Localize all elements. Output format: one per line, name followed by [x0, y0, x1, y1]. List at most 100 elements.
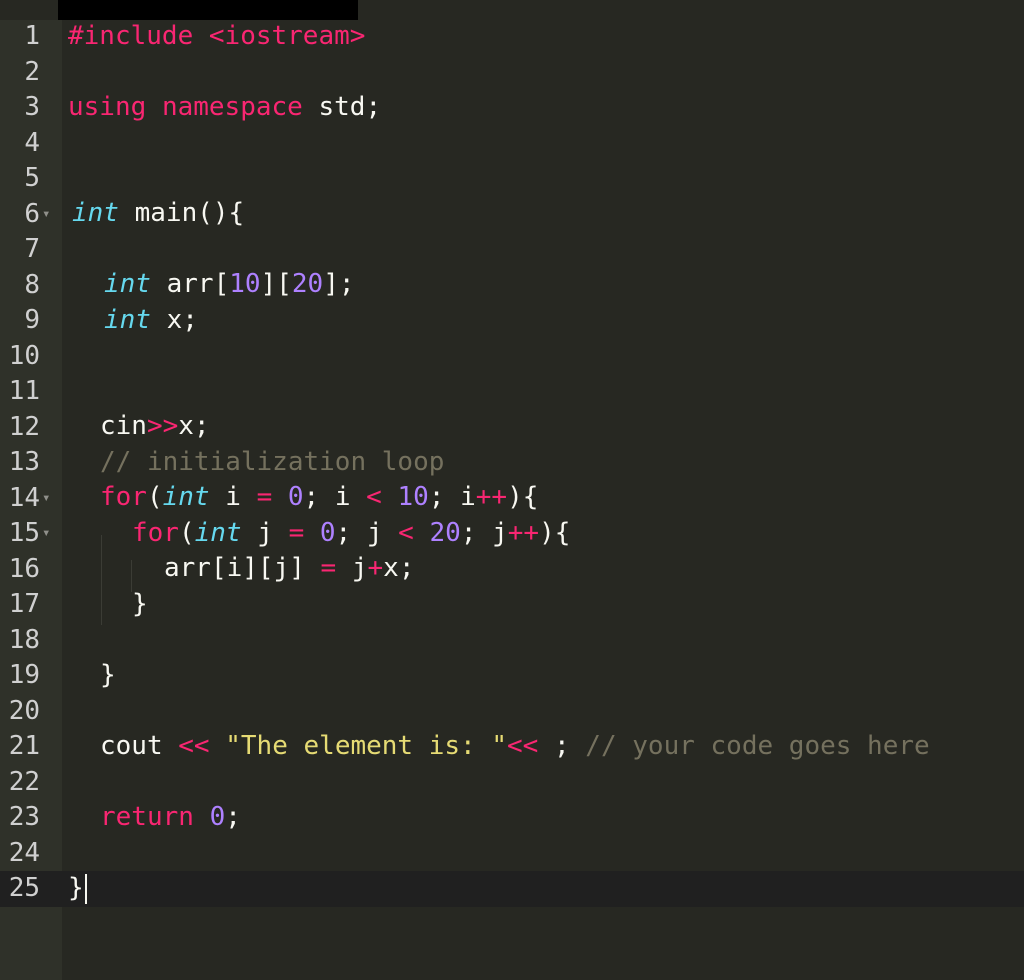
line-number: 24	[8, 837, 40, 868]
code-line-9: int x;	[104, 303, 198, 339]
operator: =	[320, 553, 337, 583]
punct: ){	[507, 482, 539, 512]
code-editor[interactable]: 1 2 3 4 5 6 ▾ 7 8 9 10 11 12 13 14 ▾ 15 ▾ 16 17 18 19 20 21 22 23…	[0, 0, 1024, 980]
code-line-23: return 0;	[100, 800, 241, 836]
comment: // initialization loop	[100, 447, 445, 477]
line-number: 5	[24, 163, 40, 193]
type-keyword: int	[104, 305, 151, 335]
code-line-17: }	[132, 587, 148, 623]
number: 0	[287, 482, 304, 512]
number: 0	[209, 802, 226, 832]
line-number: 12	[8, 411, 40, 442]
number: 10	[397, 482, 429, 512]
line-number: 20	[8, 695, 40, 726]
keyword: for	[100, 482, 147, 512]
include-header: <iostream>	[208, 21, 366, 51]
punct: (	[146, 482, 163, 512]
keyword: for	[132, 518, 179, 548]
code-line-25: }	[68, 871, 87, 907]
type-keyword: int	[162, 482, 210, 512]
closing-brace: }	[100, 660, 116, 690]
operator: ++	[475, 482, 508, 512]
line-number: 15	[8, 518, 40, 548]
line-number: 2	[24, 56, 40, 87]
keyword: namespace	[161, 92, 303, 122]
identifier: x;	[383, 553, 415, 583]
code-line-1: #include <iostream>	[68, 19, 365, 55]
identifier: arr[i][j]	[164, 553, 305, 583]
identifier: cout	[100, 731, 163, 761]
comment: // your code goes here	[585, 731, 930, 761]
identifier: cin	[100, 411, 147, 441]
line-number: 7	[24, 234, 40, 264]
identifier: j	[257, 518, 273, 548]
line-number: 14	[8, 482, 40, 513]
line-number: 17	[8, 589, 40, 619]
line-number: 22	[8, 766, 40, 797]
identifier: main(){	[134, 198, 245, 228]
fold-toggle-icon[interactable]: ▾	[42, 481, 56, 517]
active-line-highlight	[0, 871, 1024, 907]
fold-toggle-icon[interactable]: ▾	[42, 516, 56, 552]
code-line-16: arr[i][j] = j+x;	[164, 551, 414, 587]
keyword: using	[68, 92, 147, 122]
punct: ];	[323, 269, 355, 299]
type-keyword: int	[194, 518, 242, 548]
line-number: 21	[8, 731, 40, 761]
code-line-8: int arr[10][20];	[104, 267, 355, 303]
line-number: 6	[24, 198, 40, 229]
string-literal: "The element is: "	[225, 731, 508, 761]
indent-guide	[101, 535, 102, 625]
closing-brace: }	[68, 873, 84, 903]
code-line-12: cin>>x;	[100, 409, 210, 445]
punct: (	[178, 518, 195, 548]
identifier: ; j	[460, 518, 508, 548]
line-number: 9	[24, 305, 40, 335]
line-number: 25	[8, 873, 40, 903]
line-number: 8	[24, 269, 40, 300]
line-number: 19	[8, 660, 40, 690]
line-number: 23	[8, 802, 40, 832]
line-number: 13	[8, 447, 40, 477]
line-number: 3	[24, 92, 40, 122]
identifier: ; i	[303, 482, 351, 512]
number: 10	[229, 269, 261, 299]
line-number: 4	[24, 127, 40, 158]
identifier: ; i	[428, 482, 476, 512]
identifier: x;	[166, 305, 198, 335]
code-line-14: for(int i = 0; i < 10; i++){	[100, 480, 538, 516]
identifier: i	[225, 482, 241, 512]
line-number: 11	[8, 376, 40, 406]
punct: ][	[260, 269, 292, 299]
code-line-19: }	[100, 658, 116, 694]
identifier: ; j	[335, 518, 383, 548]
operator: =	[288, 518, 305, 548]
identifier: j	[351, 553, 368, 583]
closing-brace: }	[132, 589, 148, 619]
identifier: arr[	[166, 269, 230, 299]
line-number: 18	[8, 624, 40, 655]
line-number: 16	[8, 553, 40, 584]
number: 0	[319, 518, 336, 548]
line-number: 10	[8, 340, 40, 371]
operator: <<	[178, 731, 210, 761]
preprocessor-directive: #include	[68, 21, 194, 51]
code-line-15: for(int j = 0; j < 20; j++){	[132, 516, 570, 552]
identifier: std;	[318, 92, 382, 122]
operator: <	[398, 518, 414, 548]
operator: <<	[507, 731, 539, 761]
operator: ++	[507, 518, 540, 548]
punct: ;	[225, 802, 241, 832]
type-keyword: int	[72, 198, 119, 228]
number: 20	[429, 518, 461, 548]
operator: +	[367, 553, 384, 583]
code-line-21: cout << "The element is: "<< ; // your c…	[100, 729, 930, 765]
fold-toggle-icon[interactable]: ▾	[42, 197, 56, 233]
punct: ;	[553, 731, 570, 761]
operator: >>	[146, 411, 179, 441]
active-file-tab[interactable]	[58, 0, 358, 20]
identifier: x;	[178, 411, 210, 441]
punct: ){	[539, 518, 571, 548]
text-cursor	[84, 873, 87, 904]
code-line-13: // initialization loop	[100, 445, 444, 481]
